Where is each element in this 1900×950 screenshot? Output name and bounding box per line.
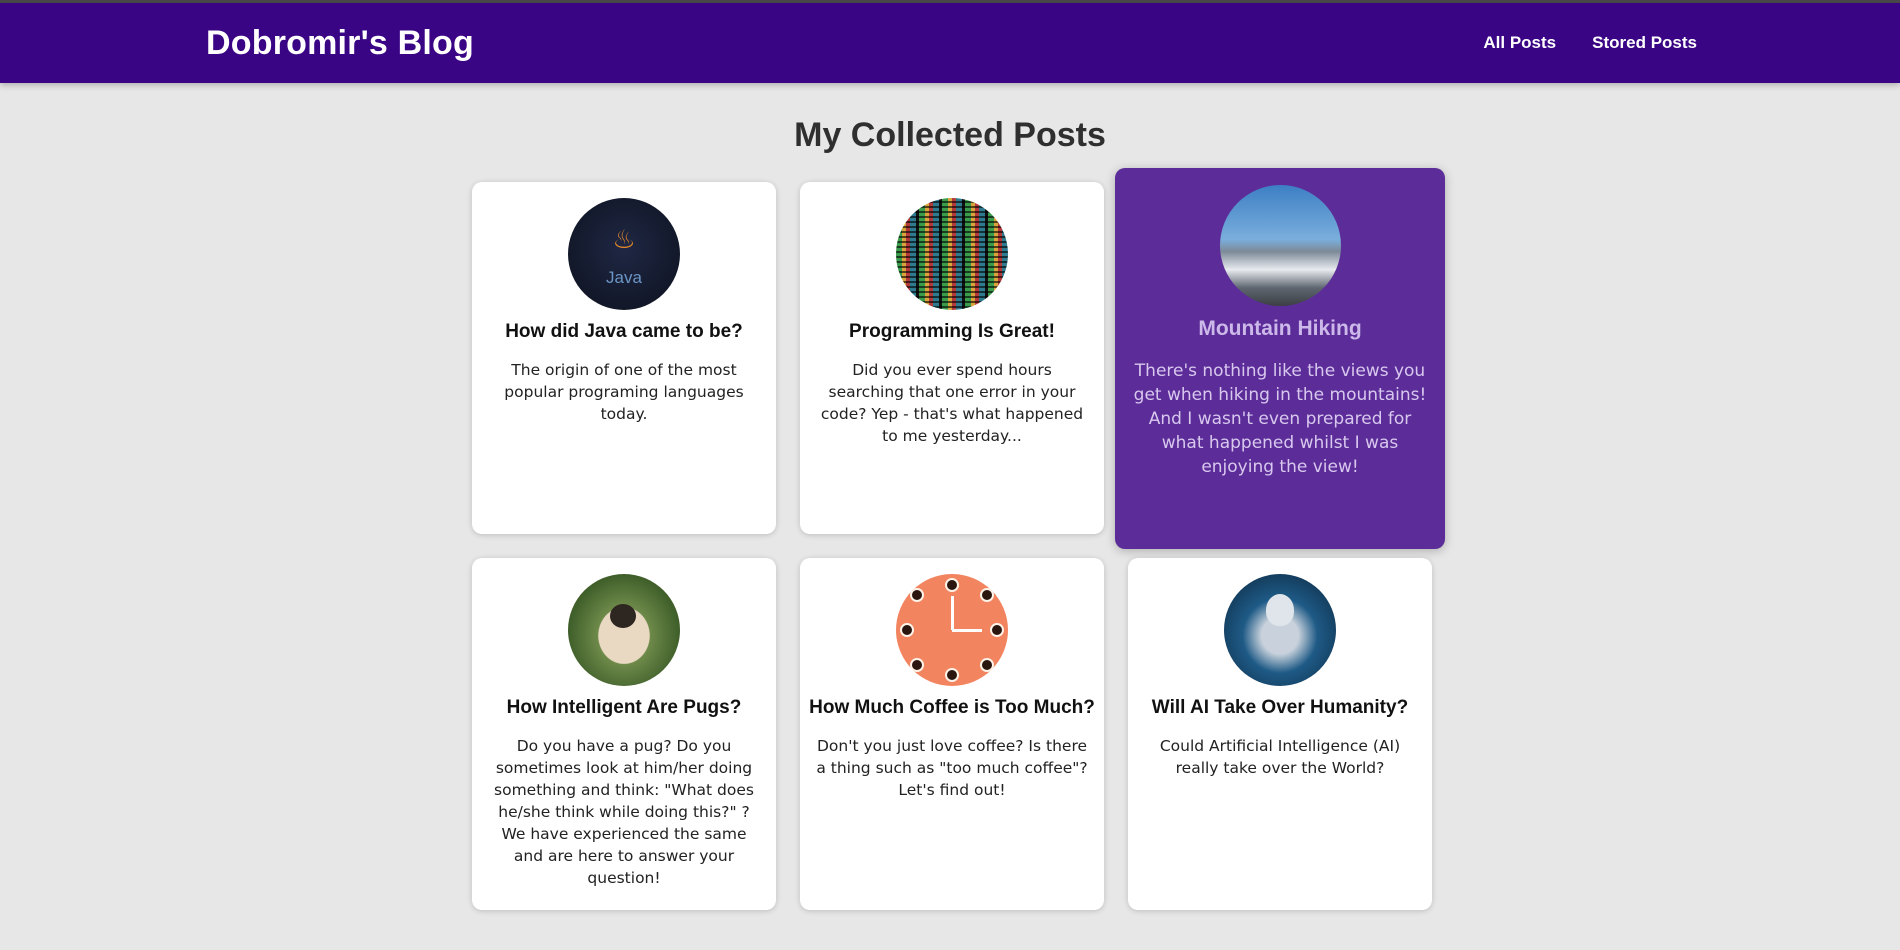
post-card-mountain-hiking[interactable]: Mountain Hiking There's nothing like the… [1115, 168, 1445, 549]
coffee-cup-dot [980, 588, 994, 602]
code-screen-image [896, 198, 1008, 310]
post-card-java[interactable]: ♨ Java How did Java came to be? The orig… [472, 182, 776, 534]
main-content: My Collected Posts ♨ Java How did Java c… [0, 116, 1900, 935]
post-title: Programming Is Great! [849, 321, 1055, 342]
nav-all-posts[interactable]: All Posts [1483, 33, 1556, 53]
post-card-ai[interactable]: Will AI Take Over Humanity? Could Artifi… [1128, 558, 1432, 910]
post-card-pugs[interactable]: How Intelligent Are Pugs? Do you have a … [472, 558, 776, 910]
coffee-cup-dot [980, 658, 994, 672]
java-logo-image: ♨ Java [568, 198, 680, 310]
post-title: How Much Coffee is Too Much? [809, 697, 1095, 718]
site-header: Dobromir's Blog All Posts Stored Posts [0, 3, 1900, 83]
main-nav: All Posts Stored Posts [1483, 33, 1697, 53]
clock-hand [951, 596, 954, 630]
post-title: How did Java came to be? [505, 321, 743, 342]
coffee-cup-dot [945, 578, 959, 592]
post-excerpt: Don't you just love coffee? Is there a t… [816, 737, 1088, 799]
post-title: Mountain Hiking [1198, 317, 1362, 340]
post-card-programming[interactable]: Programming Is Great! Did you ever spend… [800, 182, 1104, 534]
page-title: My Collected Posts [794, 116, 1106, 154]
coffee-clock-image [896, 574, 1008, 686]
post-card-coffee[interactable]: How Much Coffee is Too Much? Don't you j… [800, 558, 1104, 910]
posts-grid: ♨ Java How did Java came to be? The orig… [0, 155, 1900, 935]
robot-image [1224, 574, 1336, 686]
post-title: Will AI Take Over Humanity? [1151, 697, 1409, 718]
coffee-cup-dot [900, 623, 914, 637]
coffee-cup-icon: ♨ [612, 224, 636, 254]
coffee-cup-dot [910, 588, 924, 602]
nav-stored-posts[interactable]: Stored Posts [1592, 33, 1697, 53]
post-excerpt: Could Artificial Intelligence (AI) reall… [1159, 737, 1401, 777]
site-logo[interactable]: Dobromir's Blog [206, 24, 474, 63]
post-excerpt: Did you ever spend hours searching that … [820, 361, 1084, 445]
coffee-cup-dot [910, 658, 924, 672]
post-excerpt: Do you have a pug? Do you sometimes look… [494, 737, 754, 887]
post-excerpt: There's nothing like the views you get w… [1133, 361, 1427, 477]
java-wordmark: Java [606, 268, 642, 287]
pug-image [568, 574, 680, 686]
post-excerpt: The origin of one of the most popular pr… [504, 361, 744, 423]
coffee-cup-dot [945, 668, 959, 682]
pug-face [610, 604, 636, 628]
robot-head [1266, 594, 1294, 626]
mountains-image [1219, 185, 1341, 306]
clock-hand [952, 629, 982, 632]
post-title: How Intelligent Are Pugs? [506, 697, 742, 718]
coffee-cup-dot [990, 623, 1004, 637]
